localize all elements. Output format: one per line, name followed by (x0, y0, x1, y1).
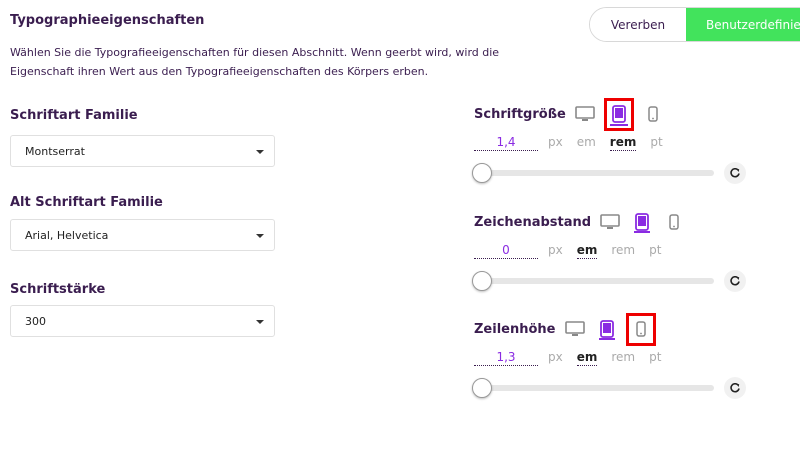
chevron-down-icon (256, 234, 264, 238)
inherit-button[interactable]: Vererben (590, 8, 686, 41)
active-device-indicator (598, 338, 615, 340)
section-description: Wählen Sie die Typografieeigenschaften f… (10, 46, 500, 78)
custom-button[interactable]: Benutzerdefiniert (686, 8, 800, 41)
font-weight-value: 300 (25, 314, 46, 328)
unit-rem[interactable]: rem (611, 242, 635, 258)
slider-track (474, 278, 714, 284)
slider-thumb[interactable] (472, 378, 492, 398)
desktop-icon[interactable] (597, 207, 623, 237)
letter-spacing-control: Zeichenabstand 0 px em rem pt (472, 207, 774, 293)
line-height-slider[interactable] (472, 376, 774, 400)
unit-pt[interactable]: pt (649, 349, 661, 365)
letter-spacing-label: Zeichenabstand (474, 214, 592, 230)
alt-font-family-label: Alt Schriftart Familie (10, 195, 163, 210)
chevron-down-icon (256, 150, 264, 154)
active-device-indicator (634, 231, 651, 233)
font-size-slider[interactable] (472, 161, 774, 185)
tablet-icon[interactable] (629, 207, 655, 237)
mobile-icon[interactable] (625, 312, 656, 346)
font-family-label: Schriftart Familie (10, 108, 138, 123)
font-size-control: Schriftgröße 1,4 px em rem pt (472, 97, 774, 185)
reset-icon[interactable] (724, 270, 746, 292)
alt-font-family-value: Arial, Helvetica (25, 228, 109, 242)
unit-rem[interactable]: rem (609, 134, 637, 151)
slider-thumb[interactable] (472, 271, 492, 291)
inherit-custom-toggle: Vererben Benutzerdefiniert (589, 7, 800, 42)
active-device-indicator (609, 123, 628, 126)
unit-pt[interactable]: pt (650, 134, 662, 150)
unit-em[interactable]: em (577, 134, 596, 150)
tablet-icon[interactable] (603, 97, 634, 131)
slider-thumb[interactable] (472, 163, 492, 183)
unit-pt[interactable]: pt (649, 242, 661, 258)
font-family-select[interactable]: Montserrat (10, 135, 275, 167)
slider-track (474, 385, 714, 391)
unit-px[interactable]: px (548, 242, 563, 258)
reset-icon[interactable] (724, 162, 746, 184)
font-size-label: Schriftgröße (474, 106, 566, 122)
line-height-control: Zeilenhöhe 1,3 px em rem pt (472, 312, 774, 400)
mobile-icon[interactable] (640, 99, 666, 129)
unit-rem[interactable]: rem (611, 349, 635, 365)
letter-spacing-slider[interactable] (472, 269, 774, 293)
unit-px[interactable]: px (548, 349, 563, 365)
font-family-value: Montserrat (25, 144, 85, 158)
letter-spacing-input[interactable]: 0 (474, 242, 538, 259)
unit-em[interactable]: em (576, 349, 598, 366)
font-weight-label: Schriftstärke (10, 282, 106, 297)
section-title: Typographieeigenschaften (10, 13, 205, 28)
unit-px[interactable]: px (548, 134, 563, 150)
desktop-icon[interactable] (562, 314, 588, 344)
tablet-icon[interactable] (594, 314, 620, 344)
chevron-down-icon (256, 320, 264, 324)
line-height-label: Zeilenhöhe (474, 321, 556, 337)
alt-font-family-select[interactable]: Arial, Helvetica (10, 219, 275, 251)
unit-em[interactable]: em (576, 242, 598, 259)
font-weight-select[interactable]: 300 (10, 305, 275, 337)
slider-track (474, 170, 714, 176)
reset-icon[interactable] (724, 377, 746, 399)
font-size-input[interactable]: 1,4 (474, 134, 538, 151)
mobile-icon[interactable] (661, 207, 687, 237)
line-height-input[interactable]: 1,3 (474, 349, 538, 366)
desktop-icon[interactable] (572, 99, 598, 129)
